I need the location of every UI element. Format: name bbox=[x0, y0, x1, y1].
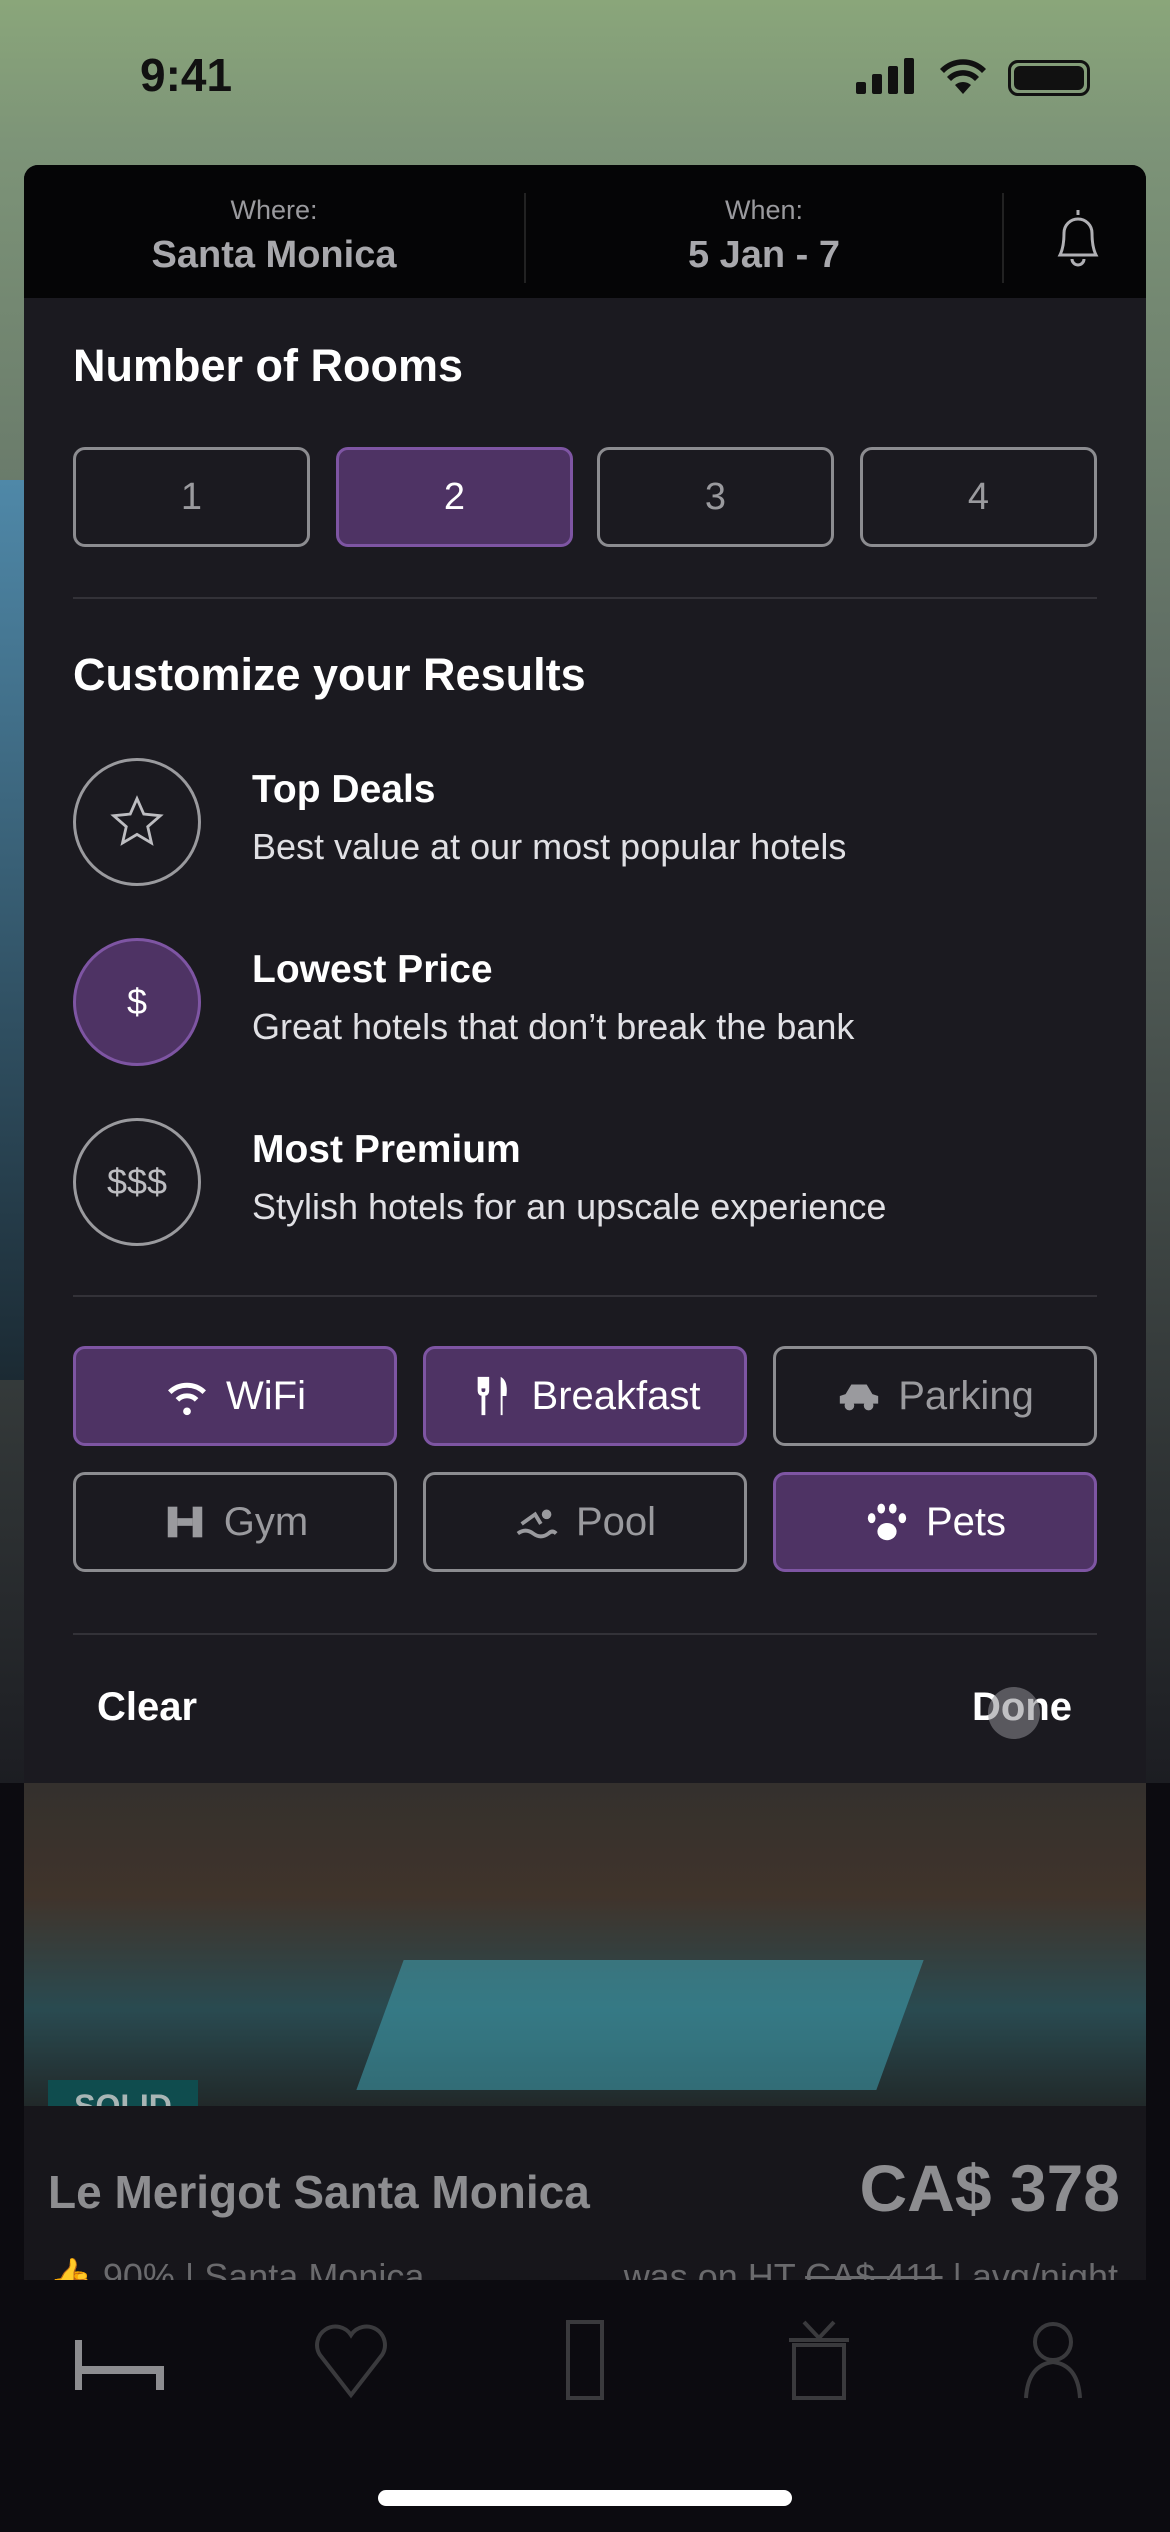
where-label: Where: bbox=[230, 195, 318, 225]
divider bbox=[73, 1295, 1097, 1297]
wifi-icon bbox=[168, 1382, 206, 1416]
option-title: Most Premium bbox=[252, 1128, 521, 1171]
amenity-label: Breakfast bbox=[531, 1373, 701, 1418]
option-title: Lowest Price bbox=[252, 948, 493, 991]
amenity-label: Pets bbox=[925, 1499, 1007, 1544]
signal-icon bbox=[856, 58, 916, 94]
swimmer-icon bbox=[516, 1509, 558, 1539]
gift-icon[interactable] bbox=[774, 2320, 864, 2400]
dumbbell-icon bbox=[167, 1506, 203, 1538]
battery-icon bbox=[1008, 60, 1090, 96]
amenity-wifi[interactable]: WiFi bbox=[73, 1346, 397, 1446]
when-field[interactable]: When: 5 Jan - 7 bbox=[526, 165, 1002, 298]
room-option-2[interactable]: 2 bbox=[336, 447, 573, 547]
amenity-label: Pool bbox=[575, 1499, 657, 1544]
amenity-label: Gym bbox=[223, 1499, 309, 1544]
wifi-status-icon bbox=[940, 59, 986, 94]
option-top-deals[interactable]: Top Deals Best value at our most popular… bbox=[73, 758, 1097, 888]
room-option-4[interactable]: 4 bbox=[860, 447, 1097, 547]
hotel-rating: 90% | Santa Monica bbox=[102, 2256, 425, 2280]
room-option-3[interactable]: 3 bbox=[597, 447, 834, 547]
option-most-premium[interactable]: $$$ Most Premium Stylish hotels for an u… bbox=[73, 1118, 1097, 1248]
home-indicator[interactable] bbox=[378, 2490, 792, 2506]
amenity-breakfast[interactable]: Breakfast bbox=[423, 1346, 747, 1446]
divider bbox=[73, 1633, 1097, 1635]
where-field[interactable]: Where: Santa Monica bbox=[24, 165, 524, 298]
hotel-price: CA$ 378 bbox=[859, 2151, 1121, 2225]
amenity-gym[interactable]: Gym bbox=[73, 1472, 397, 1572]
person-icon[interactable] bbox=[1008, 2320, 1098, 2400]
status-time: 9:41 bbox=[140, 49, 233, 101]
triple-dollar-icon: $$$ bbox=[73, 1118, 201, 1246]
clear-button[interactable]: Clear bbox=[97, 1685, 197, 1730]
option-desc: Great hotels that don’t break the bank bbox=[252, 1006, 855, 1047]
customize-title: Customize your Results bbox=[73, 649, 586, 700]
car-icon bbox=[840, 1384, 879, 1411]
per-night: | avg/night bbox=[942, 2256, 1118, 2280]
filter-panel: Where: Santa Monica When: 5 Jan - 7 Numb… bbox=[24, 165, 1146, 1783]
option-lowest-price[interactable]: $ Lowest Price Great hotels that don’t b… bbox=[73, 938, 1097, 1068]
hotel-meta: 👍 90% | Santa Monica was on HT CA$ 411 |… bbox=[48, 2256, 1118, 2280]
divider bbox=[73, 597, 1097, 599]
amenity-parking[interactable]: Parking bbox=[773, 1346, 1097, 1446]
dollar-icon: $ bbox=[73, 938, 201, 1066]
room-option-1[interactable]: 1 bbox=[73, 447, 310, 547]
was-price: CA$ 411 bbox=[805, 2256, 943, 2280]
when-value: 5 Jan - 7 bbox=[687, 234, 841, 276]
fork-knife-icon bbox=[477, 1376, 507, 1416]
amenity-pets[interactable]: Pets bbox=[773, 1472, 1097, 1572]
bell-icon[interactable] bbox=[1050, 207, 1106, 273]
paw-icon bbox=[867, 1503, 907, 1541]
hotel-photo-pool bbox=[356, 1960, 924, 2090]
option-desc: Stylish hotels for an upscale experience bbox=[252, 1186, 887, 1227]
touch-indicator bbox=[988, 1687, 1040, 1739]
was-prefix: was on HT bbox=[623, 2256, 806, 2280]
where-value: Santa Monica bbox=[151, 234, 397, 276]
when-label: When: bbox=[724, 195, 804, 225]
hotel-name[interactable]: Le Merigot Santa Monica bbox=[48, 2165, 590, 2219]
amenity-pool[interactable]: Pool bbox=[423, 1472, 747, 1572]
heart-icon[interactable] bbox=[306, 2320, 396, 2400]
amenity-label: WiFi bbox=[226, 1373, 306, 1418]
bed-icon[interactable] bbox=[75, 2320, 165, 2400]
thumbs-up-icon: 👍 bbox=[48, 2256, 103, 2280]
phone-icon[interactable] bbox=[540, 2320, 630, 2400]
amenity-label: Parking bbox=[898, 1373, 1034, 1418]
search-header: Where: Santa Monica When: 5 Jan - 7 bbox=[24, 165, 1146, 298]
option-desc: Best value at our most popular hotels bbox=[252, 826, 847, 867]
star-icon bbox=[73, 758, 201, 886]
option-title: Top Deals bbox=[252, 768, 436, 811]
rooms-title: Number of Rooms bbox=[73, 340, 464, 391]
